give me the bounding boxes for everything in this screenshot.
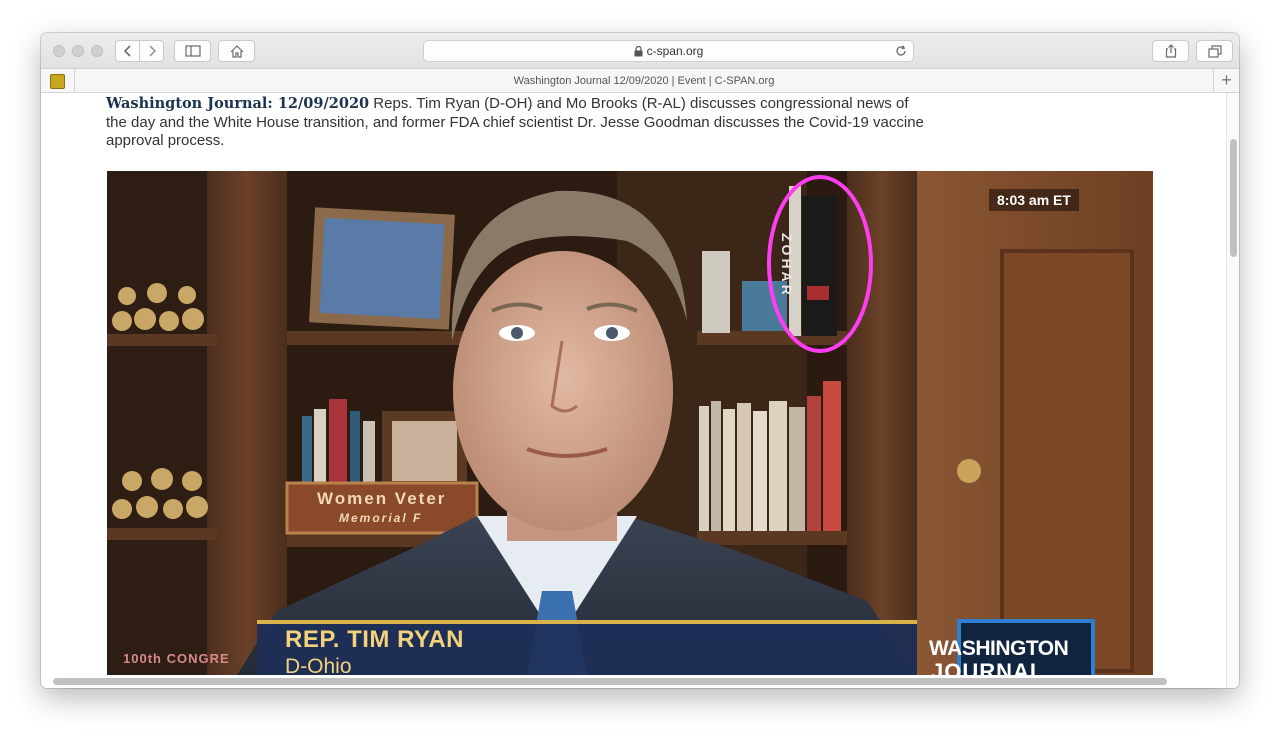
home-icon: [230, 44, 243, 58]
logo-line-2: JOURNAL: [931, 659, 1045, 675]
lock-icon: [634, 45, 643, 56]
frame-caption: 100th CONGRE: [123, 651, 230, 666]
vertical-scroll-thumb[interactable]: [1230, 139, 1237, 257]
chevron-left-icon: [123, 45, 131, 57]
horizontal-scroll-thumb[interactable]: [53, 678, 1167, 685]
site-favicon-icon: [50, 74, 65, 89]
plaque-line-1: Women Veter: [317, 489, 447, 508]
book-spine-label: ZOHAR: [779, 233, 795, 298]
close-window-button[interactable]: [53, 45, 65, 57]
share-button[interactable]: [1152, 40, 1189, 62]
logo-line-1: WASHINGTON: [929, 637, 1069, 660]
video-player[interactable]: 8:03 am ET ZOHAR Women Veter Memorial F …: [107, 171, 1153, 675]
timestamp-badge: 8:03 am ET: [989, 189, 1079, 211]
lower-third-subtitle: D-Ohio: [285, 655, 352, 675]
lower-third-name: REP. TIM RYAN: [285, 626, 464, 653]
plaque-line-2: Memorial F: [339, 511, 423, 525]
video-frame: [107, 171, 1153, 675]
chevron-right-icon: [148, 45, 156, 57]
minimize-window-button[interactable]: [72, 45, 84, 57]
home-button[interactable]: [218, 40, 255, 62]
browser-toolbar: c-span.org: [41, 33, 1239, 69]
program-title[interactable]: Washington Journal: 12/09/2020: [106, 95, 369, 112]
back-button[interactable]: [115, 40, 140, 62]
tabs-icon: [1207, 44, 1222, 58]
tab-bar: Washington Journal 12/09/2020 | Event | …: [41, 69, 1239, 93]
address-text: c-span.org: [646, 44, 704, 58]
page-content: Washington Journal: 12/09/2020 Reps. Tim…: [41, 93, 1226, 688]
zoom-window-button[interactable]: [91, 45, 103, 57]
sidebar-icon: [184, 45, 201, 57]
tab-active[interactable]: Washington Journal 12/09/2020 | Event | …: [75, 69, 1213, 93]
share-icon: [1165, 44, 1176, 58]
video-description: Washington Journal: 12/09/2020 Reps. Tim…: [106, 95, 926, 151]
vertical-scrollbar[interactable]: [1226, 93, 1239, 688]
lower-third-accent: [257, 620, 917, 624]
sidebar-button[interactable]: [174, 40, 211, 62]
forward-button[interactable]: [139, 40, 164, 62]
browser-window: c-span.org Washington Journal 12/09/2020…: [41, 33, 1239, 688]
tab-overview-button[interactable]: [1196, 40, 1233, 62]
address-bar[interactable]: c-span.org: [423, 40, 914, 62]
reload-icon[interactable]: [895, 45, 907, 57]
timestamp-text: 8:03 am ET: [997, 192, 1071, 208]
new-tab-button[interactable]: +: [1213, 69, 1239, 93]
